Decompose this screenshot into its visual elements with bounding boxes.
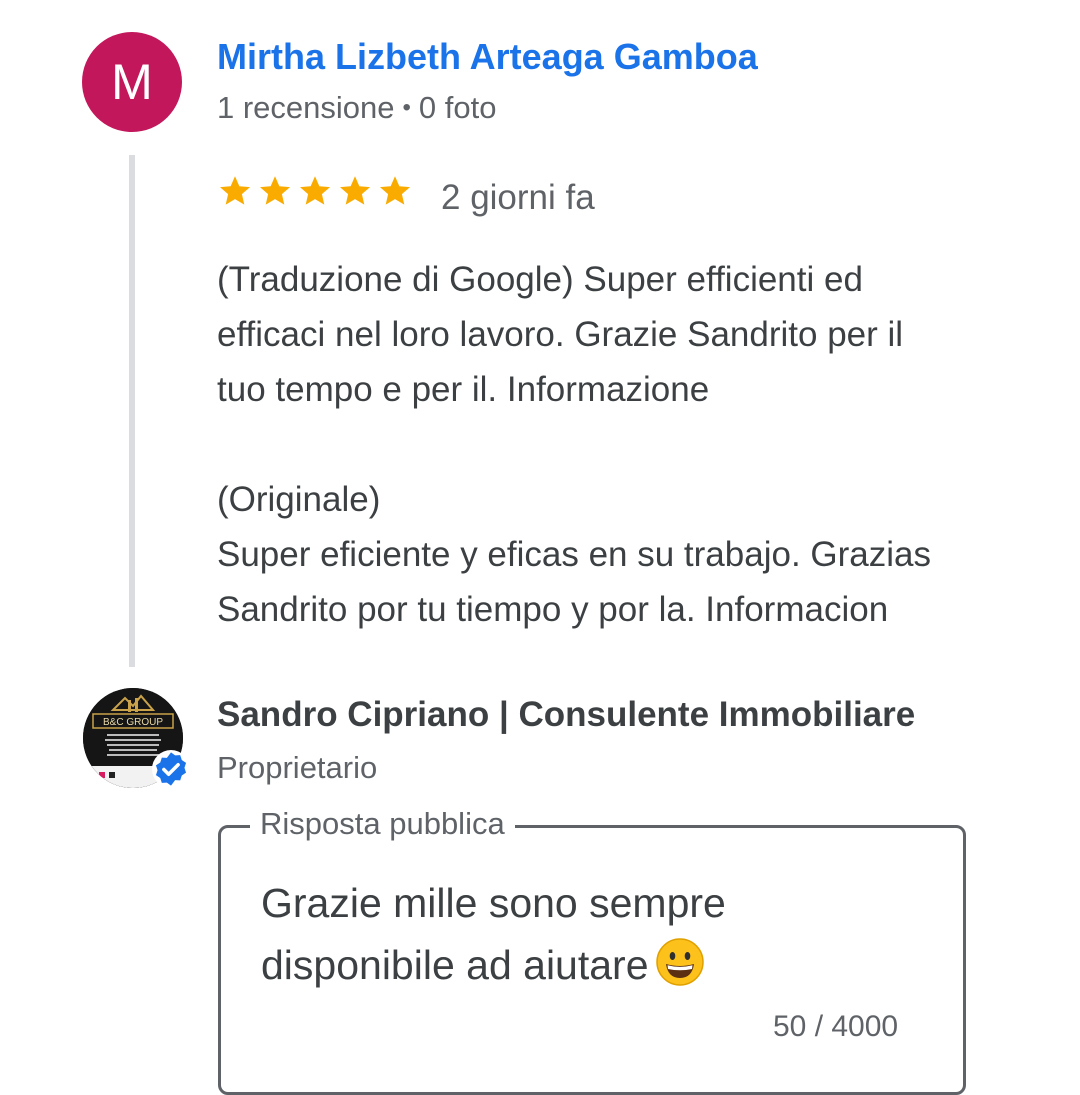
reviewer-meta: 1 recensione • 0 foto xyxy=(217,90,496,126)
owner-role: Proprietario xyxy=(217,750,378,785)
thread-line xyxy=(129,155,135,667)
original-label: (Originale) xyxy=(217,480,381,519)
reviewer-avatar[interactable]: M xyxy=(82,32,182,132)
photos-count: 0 foto xyxy=(418,90,497,125)
star-rating xyxy=(217,173,413,209)
reviewer-name[interactable]: Mirtha Lizbeth Arteaga Gamboa xyxy=(217,36,758,78)
star-icon xyxy=(260,176,290,205)
logo-text: B&C GROUP xyxy=(103,717,163,728)
star-icon xyxy=(300,176,330,205)
grinning-face-icon xyxy=(655,938,704,986)
verified-badge-icon xyxy=(152,750,190,788)
star-icon xyxy=(220,176,250,205)
reviewer-initial: M xyxy=(111,54,153,110)
star-icon xyxy=(340,176,370,205)
original-review-text: Super eficiente y eficas en su trabajo. … xyxy=(217,535,931,629)
public-reply-label: Risposta pubblica xyxy=(250,806,515,842)
owner-name[interactable]: Sandro Cipriano | Consulente Immobiliare xyxy=(217,695,915,735)
reviews-count: 1 recensione xyxy=(217,90,395,125)
translated-review-text: (Traduzione di Google) Super efficienti … xyxy=(217,260,904,409)
review-time: 2 giorni fa xyxy=(441,178,595,217)
character-count: 50 / 4000 xyxy=(773,1010,899,1043)
review-body: (Traduzione di Google) Super efficienti … xyxy=(217,252,1047,637)
public-reply-text[interactable]: Grazie mille sono sempre disponibile ad … xyxy=(261,872,941,996)
meta-separator: • xyxy=(402,94,411,121)
star-icon xyxy=(380,176,410,205)
